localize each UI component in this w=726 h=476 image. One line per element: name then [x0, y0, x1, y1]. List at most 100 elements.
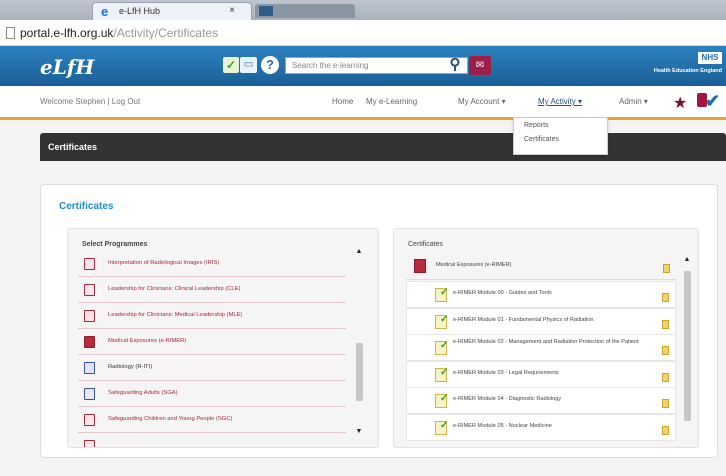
programme-row[interactable]: Medical Exposures (e-RIMER): [78, 329, 346, 355]
site-header: eLfH ✓ ▭ ? Search the e-learning ⚲ ✉ NHS…: [0, 46, 726, 86]
star-icon[interactable]: ★: [673, 93, 687, 113]
certificate-label: e-RIMER Module 03 - Legal Requirements: [453, 369, 559, 376]
download-icon[interactable]: [662, 372, 669, 382]
programme-icon: [84, 362, 95, 374]
tab-title: e-LfH Hub: [119, 6, 161, 16]
mail-icon[interactable]: ✉: [469, 56, 491, 75]
page-title-bar: Certificates: [40, 133, 726, 161]
certificate-row[interactable]: ✓ e-RIMER Module 05 - Nuclear Medicine: [406, 413, 676, 441]
programme-icon: [84, 414, 95, 426]
achievement-icon[interactable]: ✔: [697, 91, 723, 113]
scroll-up-icon[interactable]: ▲: [682, 255, 692, 265]
programme-label: Leadership for Clinicians: Clinical Lead…: [108, 286, 241, 292]
download-icon[interactable]: [662, 319, 669, 329]
programmes-scrollbar[interactable]: ▲ ▼: [354, 247, 364, 443]
check-icon: ✓: [440, 366, 449, 378]
certificate-doc-icon: ✓: [435, 393, 449, 408]
certificates-heading: Certificates: [408, 241, 444, 248]
address-bar[interactable]: portal.e-lfh.org.uk/Activity/Certificate…: [0, 20, 726, 46]
certificate-label: e-RIMER Module 01 - Fundamental Physics …: [453, 316, 594, 323]
check-icon: ✓: [440, 340, 449, 351]
certificate-row[interactable]: ✓ e-RIMER Module 00 - Guides and Tools: [406, 281, 676, 308]
programme-icon: [84, 336, 95, 348]
programme-icon: [84, 284, 95, 296]
certificates-card: Certificates Select Programmes Interpret…: [40, 184, 718, 458]
check-icon: ✓: [440, 393, 449, 404]
url-domain: portal.e-lfh.org.uk: [20, 26, 114, 40]
welcome-text[interactable]: Welcome Stephen | Log Out: [40, 97, 140, 106]
help-icon[interactable]: ?: [261, 56, 279, 74]
programmes-heading: Select Programmes: [82, 241, 148, 248]
check-icon: ✓: [440, 313, 449, 325]
programme-row[interactable]: Radiology (R-ITI): [78, 355, 346, 381]
elfh-logo[interactable]: eLfH: [40, 55, 94, 79]
nav-admin[interactable]: Admin ▾: [619, 97, 648, 106]
internet-explorer-icon: e: [101, 4, 109, 19]
certificate-doc-icon: ✓: [435, 313, 449, 329]
download-icon[interactable]: [662, 293, 669, 302]
programme-row[interactable]: Safeguarding Children and Young People (…: [78, 407, 346, 433]
download-icon[interactable]: [662, 425, 669, 435]
card-title: Certificates: [59, 201, 114, 212]
programme-row[interactable]: [78, 433, 346, 447]
nhs-logo: NHS: [698, 52, 722, 64]
url-path: /Activity/Certificates: [113, 26, 219, 40]
certificate-doc-icon: ✓: [435, 287, 449, 302]
check-icon: ✓: [440, 287, 449, 298]
scroll-down-icon[interactable]: ▼: [354, 427, 364, 437]
browser-tab[interactable]: e e-LfH Hub ×: [92, 2, 252, 20]
scroll-thumb[interactable]: [684, 271, 691, 421]
tab-favicon-icon: [259, 6, 273, 16]
certificate-label: e-RIMER Module 05 - Nuclear Medicine: [453, 422, 552, 429]
certificate-doc-icon: ✓: [435, 366, 449, 382]
url-text[interactable]: portal.e-lfh.org.uk/Activity/Certificate…: [20, 26, 218, 40]
nav-home[interactable]: Home: [332, 97, 353, 106]
check-icon: ✓: [440, 419, 449, 431]
download-icon[interactable]: [662, 399, 669, 408]
certificate-label: e-RIMER Module 00 - Guides and Tools: [453, 290, 552, 296]
search-icon[interactable]: ⚲: [444, 55, 466, 75]
programme-label: Leadership for Clinicians: Medical Leade…: [108, 312, 243, 318]
programme-row[interactable]: Safeguarding Adults (SGA): [78, 381, 346, 407]
hee-text: Health Education England: [653, 68, 722, 74]
scroll-up-icon[interactable]: ▲: [354, 247, 364, 257]
certificate-label: e-RIMER Module 02 - Management and Radia…: [453, 339, 639, 345]
chat-icon[interactable]: ▭: [240, 57, 257, 73]
menu-item-reports[interactable]: Reports: [514, 118, 607, 132]
certificate-row[interactable]: ✓ e-RIMER Module 01 - Fundamental Physics…: [406, 307, 676, 335]
search-input[interactable]: Search the e-learning: [285, 57, 468, 74]
programme-label: Safeguarding Adults (SGA): [108, 390, 178, 396]
programme-row[interactable]: Interpretation of Radiological Images (I…: [78, 251, 346, 277]
nav-my-account[interactable]: My Account ▾: [458, 97, 506, 106]
programme-label: Interpretation of Radiological Images (I…: [108, 260, 220, 266]
programme-icon: [84, 440, 95, 447]
tab-close-icon[interactable]: ×: [229, 5, 235, 16]
programme-label: Safeguarding Children and Young People (…: [108, 416, 233, 422]
certificate-doc-icon: ✓: [435, 419, 449, 435]
download-icon[interactable]: [662, 346, 669, 355]
certificates-panel: Certificates Medical Exposures (e-RIMER)…: [393, 228, 699, 448]
my-activity-dropdown: Reports Certificates: [513, 117, 608, 155]
certificate-label: e-RIMER Module 04 - Diagnostic Radiology: [453, 396, 562, 402]
certificate-group-row[interactable]: Medical Exposures (e-RIMER): [406, 253, 676, 280]
nav-my-activity[interactable]: My Activity ▾: [538, 97, 582, 106]
certificate-group-label: Medical Exposures (e-RIMER): [436, 262, 512, 268]
programme-icon: [414, 259, 426, 273]
scroll-thumb[interactable]: [356, 343, 363, 401]
nav-my-elearning[interactable]: My e-Learning: [366, 97, 417, 106]
programme-row[interactable]: Leadership for Clinicians: Clinical Lead…: [78, 277, 346, 303]
certificate-row[interactable]: ✓ e-RIMER Module 02 - Management and Radi…: [406, 334, 676, 361]
check-icon: ✔: [705, 91, 721, 111]
main-nav: Welcome Stephen | Log Out Home My e-Lear…: [0, 86, 726, 120]
programme-row[interactable]: Leadership for Clinicians: Medical Leade…: [78, 303, 346, 329]
certificate-row[interactable]: ✓ e-RIMER Module 04 - Diagnostic Radiolog…: [406, 387, 676, 414]
programme-icon: [84, 258, 95, 270]
certificates-scrollbar[interactable]: ▲: [682, 255, 692, 441]
programmes-panel: Select Programmes Interpretation of Radi…: [67, 228, 379, 448]
browser-tab-2[interactable]: [255, 4, 355, 18]
checklist-icon[interactable]: ✓: [223, 57, 239, 73]
menu-item-certificates[interactable]: Certificates: [514, 132, 607, 146]
browser-tab-bar: e e-LfH Hub ×: [0, 0, 726, 20]
certificate-row[interactable]: ✓ e-RIMER Module 03 - Legal Requirements: [406, 360, 676, 388]
download-icon[interactable]: [663, 264, 670, 273]
